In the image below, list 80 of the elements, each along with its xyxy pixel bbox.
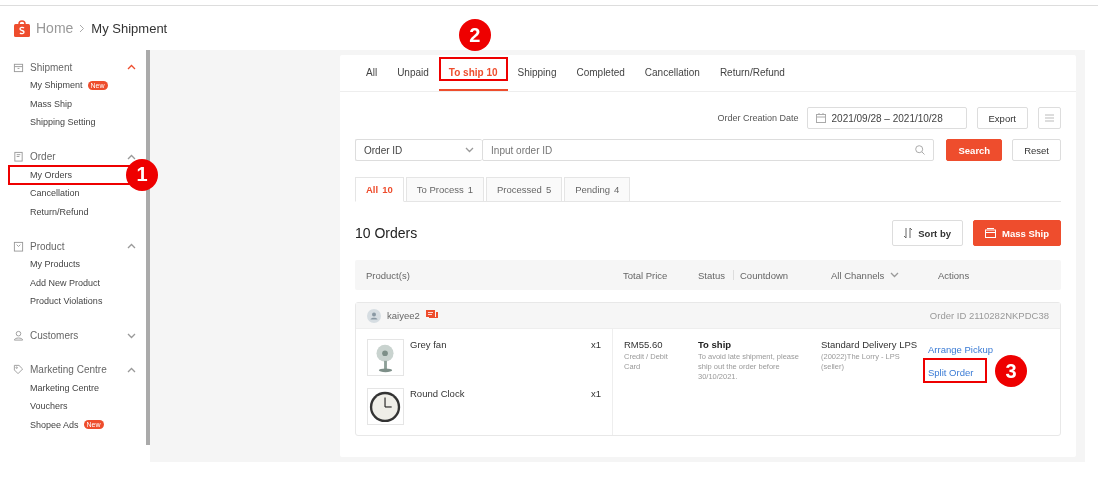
buyer-name[interactable]: kaiyee2	[387, 310, 420, 321]
breadcrumb-current: My Shipment	[91, 20, 168, 36]
order-status: To ship	[698, 339, 733, 350]
chevron-right-icon	[79, 23, 86, 33]
sub-tab[interactable]: All 10	[355, 177, 404, 202]
chevron-up-icon[interactable]	[127, 366, 136, 373]
action-link[interactable]: Arrange Pickup	[928, 344, 993, 355]
sub-tab[interactable]: Pending 4	[564, 177, 631, 202]
search-button[interactable]: Search	[946, 139, 1003, 161]
product-quantity: x1	[590, 388, 601, 401]
shopping-bag-logo[interactable]	[14, 19, 30, 37]
status-tab[interactable]: Cancellation	[634, 55, 710, 91]
sidebar-group-title[interactable]: Customers	[30, 330, 121, 341]
sidebar-group-title[interactable]: Order	[30, 151, 121, 162]
chevron-down-icon[interactable]	[127, 332, 136, 339]
box-icon	[13, 61, 24, 73]
highlight-frame	[923, 358, 987, 383]
sidebar-item[interactable]: Product Violations	[30, 296, 103, 307]
sidebar-group-title[interactable]: Marketing Centre	[30, 364, 121, 375]
sidebar-item[interactable]: Mass Ship	[30, 98, 73, 109]
column-header: Total Price	[623, 269, 668, 281]
sidebar-item[interactable]: My Shipment	[30, 80, 83, 91]
sort-icon	[904, 228, 913, 238]
sidebar-item[interactable]: My Products	[30, 259, 80, 270]
step-number: 1	[126, 158, 158, 191]
status-tab[interactable]: Unpaid	[387, 55, 439, 91]
column-header[interactable]: All Channels	[831, 269, 885, 281]
search-icon	[915, 145, 926, 155]
sidebar-item[interactable]: Return/Refund	[30, 206, 89, 217]
chat-icon[interactable]	[425, 310, 438, 321]
reset-button[interactable]: Reset	[1012, 139, 1061, 161]
tag-icon	[13, 364, 24, 375]
status-tab[interactable]: Shipping	[507, 55, 567, 91]
highlight-frame	[438, 57, 508, 81]
action-link[interactable]: Split Order	[928, 367, 974, 378]
sidebar-item[interactable]: Marketing Centre	[30, 382, 100, 393]
step-number: 3	[995, 355, 1027, 387]
product-name: Round Clock	[410, 388, 466, 401]
product-quantity: x1	[590, 339, 601, 352]
sort-button[interactable]: Sort by	[892, 220, 963, 246]
order-id: Order ID 2110282NKPDC38	[929, 310, 1049, 321]
sub-tab[interactable]: Processed 5	[486, 177, 563, 202]
sidebar-item[interactable]: Shipping Setting	[30, 117, 96, 128]
column-header: Product(s)	[366, 269, 410, 281]
sidebar-item[interactable]: Add New Product	[30, 277, 101, 288]
status-tab[interactable]: Completed	[566, 55, 635, 91]
column-header: Actions	[938, 269, 970, 281]
date-range-field[interactable]: 2021/09/28 – 2021/10/28	[806, 107, 967, 129]
box-icon	[985, 228, 996, 238]
sidebar-item[interactable]: Cancellation	[30, 188, 80, 199]
chevron-down-icon[interactable]	[890, 272, 900, 278]
sidebar-item[interactable]: Shopee Ads	[30, 419, 79, 430]
sidebar-item[interactable]: Vouchers	[30, 401, 68, 412]
calendar-icon	[815, 113, 826, 123]
sidebar-group-title[interactable]: Shipment	[30, 61, 121, 73]
total-price: RM55.60	[624, 339, 664, 350]
person-icon	[13, 330, 24, 341]
search-type-select[interactable]: Order ID	[355, 139, 483, 161]
chevron-up-icon[interactable]	[127, 153, 136, 160]
export-button[interactable]: Export	[976, 107, 1028, 129]
step-number: 2	[458, 19, 491, 51]
date-label: Order Creation Date	[717, 113, 799, 123]
sub-tab[interactable]: To Process 1	[405, 177, 484, 202]
column-header: Status	[698, 269, 725, 281]
order-id-field[interactable]: Input order ID	[482, 139, 935, 161]
shipping-channel: Standard Delivery LPS	[821, 339, 919, 350]
chevron-up-icon[interactable]	[127, 64, 136, 70]
column-header: Countdown	[740, 269, 789, 281]
chevron-up-icon[interactable]	[127, 243, 136, 249]
menu-icon	[1045, 114, 1054, 122]
sidebar-group-title[interactable]: Product	[30, 240, 121, 252]
chevron-down-icon[interactable]	[465, 147, 475, 153]
mass-ship-button[interactable]: Mass Ship	[973, 220, 1061, 246]
clipboard-icon	[13, 151, 24, 162]
sidebar-item[interactable]: My Orders	[30, 169, 72, 180]
product-name: Grey fan	[410, 339, 448, 352]
avatar-icon	[367, 308, 381, 323]
status-tab[interactable]: All	[356, 55, 388, 91]
orders-count-title: 10 Orders	[355, 225, 419, 241]
status-tab[interactable]: Return/Refund	[709, 55, 795, 91]
